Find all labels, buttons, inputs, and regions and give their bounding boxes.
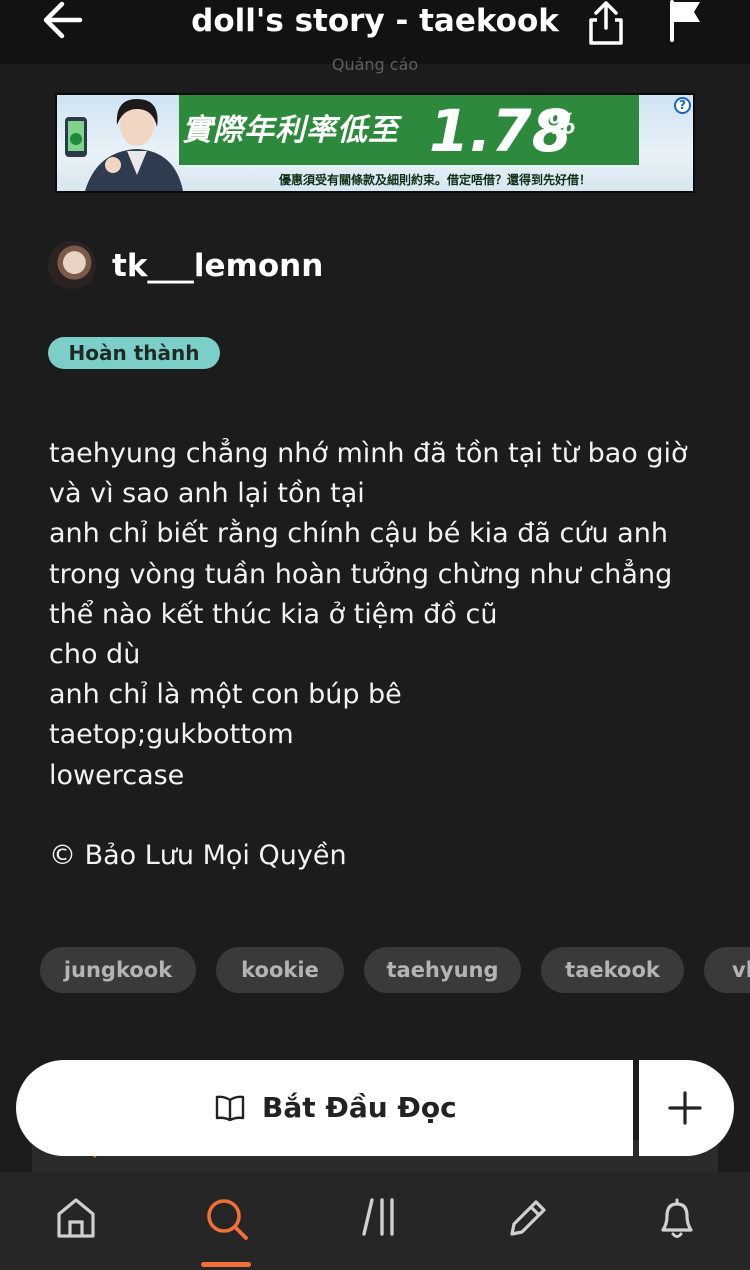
report-flag-icon[interactable]	[666, 0, 706, 42]
tag-jungkook[interactable]: jungkook	[40, 947, 196, 993]
start-reading-label: Bắt Đầu Đọc	[262, 1091, 457, 1124]
start-reading-button[interactable]: Bắt Đầu Đọc	[16, 1060, 633, 1156]
description-line: anh chỉ biết rằng chính cậu bé kia đã cứ…	[49, 518, 668, 550]
description-line: thể nào kết thúc kia ở tiệm đồ cũ	[49, 598, 498, 630]
tag-list: jungkook kookie taehyung taekook vk	[40, 947, 750, 995]
library-icon[interactable]	[348, 1192, 408, 1250]
ad-rate-unit: %	[548, 107, 577, 140]
description-line: trong vòng tuần hoàn tưởng chừng như chẳ…	[49, 558, 673, 590]
notification-bell-icon[interactable]	[644, 1192, 704, 1250]
ad-fine-print: 優惠須受有關條款及細則約束。借定唔借？還得到先好借！	[279, 173, 592, 187]
tag-taekook[interactable]: taekook	[541, 947, 684, 993]
tag-vk[interactable]: vk	[704, 947, 750, 993]
description-line: taehyung chẳng nhớ mình đã tồn tại từ ba…	[49, 438, 688, 469]
story-description: taehyung chẳng nhớ mình đã tồn tại từ ba…	[49, 434, 729, 796]
description-line: taetop;gukbottom	[49, 719, 294, 751]
copyright-text: © Bảo Lưu Mọi Quyền	[49, 840, 347, 871]
ad-person-image	[57, 95, 187, 191]
description-line: cho dù	[49, 638, 141, 670]
active-tab-indicator	[201, 1262, 251, 1267]
write-pencil-icon[interactable]	[494, 1192, 554, 1250]
back-arrow-icon[interactable]	[40, 0, 90, 42]
description-line: lowercase	[49, 759, 185, 791]
bottom-nav	[0, 1172, 750, 1270]
book-icon	[215, 1094, 245, 1122]
ad-label: Quảng cáo	[331, 55, 419, 74]
search-icon[interactable]	[194, 1192, 254, 1250]
plus-icon	[668, 1091, 702, 1125]
tag-taehyung[interactable]: taehyung	[364, 947, 521, 993]
share-icon[interactable]	[584, 0, 628, 46]
status-badge: Hoàn thành	[48, 337, 220, 369]
add-to-library-button[interactable]	[639, 1060, 734, 1156]
tag-kookie[interactable]: kookie	[216, 947, 344, 993]
author-name[interactable]: tk___lemonn	[112, 244, 323, 288]
ad-help-icon[interactable]: ?	[674, 97, 691, 114]
description-line: anh chỉ là một con búp bê	[49, 679, 402, 711]
ad-headline: 實際年利率低至	[182, 113, 399, 148]
author-avatar[interactable]	[48, 241, 96, 289]
home-icon[interactable]	[45, 1192, 105, 1250]
story-title: doll's story - taekook	[191, 3, 559, 39]
description-line: và vì sao anh lại tồn tại	[49, 478, 365, 510]
ad-banner[interactable]: 實際年利率低至 1.78 % 優惠須受有關條款及細則約束。借定唔借？還得到先好借…	[55, 93, 695, 193]
